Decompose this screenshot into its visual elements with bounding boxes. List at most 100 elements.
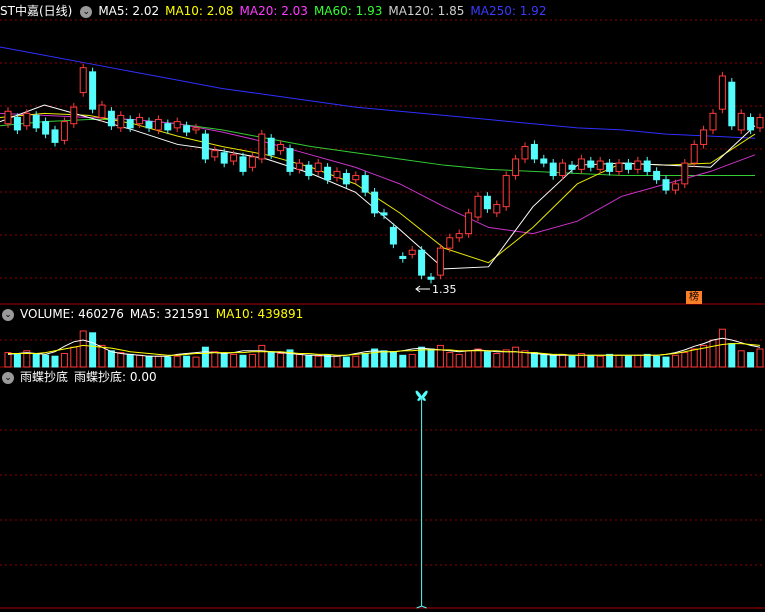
volume-bar[interactable] [634, 354, 642, 368]
candle-body[interactable] [183, 125, 191, 133]
volume-bar[interactable] [267, 351, 275, 368]
candle-body[interactable] [145, 121, 153, 129]
candle-body[interactable] [79, 67, 87, 94]
volume-bar[interactable] [154, 355, 162, 368]
volume-bar[interactable] [399, 354, 407, 368]
candle-body[interactable] [60, 121, 68, 141]
volume-bar[interactable] [60, 353, 68, 368]
candle-body[interactable] [286, 148, 294, 172]
candle-body[interactable] [13, 116, 21, 131]
candle-body[interactable] [530, 143, 538, 160]
candle-body[interactable] [333, 170, 341, 179]
candle-body[interactable] [756, 116, 764, 129]
candle-body[interactable] [136, 116, 144, 125]
candle-body[interactable] [23, 112, 31, 127]
volume-bar[interactable] [718, 328, 726, 368]
volume-bar[interactable] [427, 348, 435, 368]
volume-bar[interactable] [277, 353, 285, 368]
candle-body[interactable] [89, 71, 97, 110]
candle-body[interactable] [277, 143, 285, 152]
volume-bar[interactable] [728, 343, 736, 368]
candle-body[interactable] [606, 162, 614, 172]
candle-body[interactable] [662, 179, 670, 191]
volume-bar[interactable] [4, 352, 12, 368]
candle-body[interactable] [342, 172, 350, 185]
volume-bar[interactable] [220, 353, 228, 368]
candle-body[interactable] [295, 162, 303, 170]
volume-bar[interactable] [51, 355, 59, 368]
volume-bar[interactable] [474, 348, 482, 368]
candle-body[interactable] [258, 133, 266, 160]
volume-bar[interactable] [389, 351, 397, 368]
candle-body[interactable] [352, 175, 360, 181]
volume-bar[interactable] [136, 354, 144, 368]
candle-body[interactable] [211, 150, 219, 158]
candle-body[interactable] [220, 152, 228, 164]
candle-body[interactable] [690, 143, 698, 164]
volume-bar[interactable] [408, 353, 416, 368]
volume-bar[interactable] [342, 356, 350, 368]
candle-body[interactable] [267, 137, 275, 156]
candle-body[interactable] [399, 255, 407, 260]
volume-bar[interactable] [512, 346, 520, 368]
candle-body[interactable] [70, 106, 78, 125]
candle-body[interactable] [502, 175, 510, 208]
volume-bar[interactable] [13, 353, 21, 368]
volume-bar[interactable] [324, 354, 332, 368]
candle-body[interactable] [700, 129, 708, 145]
rank-badge[interactable]: 榜 [686, 291, 702, 304]
candle-body[interactable] [521, 146, 529, 160]
volume-bar[interactable] [747, 352, 755, 368]
volume-bar[interactable] [173, 355, 181, 368]
volume-bar[interactable] [295, 353, 303, 368]
volume-bar[interactable] [615, 354, 623, 368]
volume-bar[interactable] [305, 354, 313, 368]
candle-body[interactable] [483, 195, 491, 210]
candle-body[interactable] [615, 162, 623, 172]
candle-body[interactable] [408, 249, 416, 255]
candle-body[interactable] [493, 204, 501, 214]
candle-body[interactable] [718, 75, 726, 110]
volume-bar[interactable] [42, 354, 50, 368]
candle-body[interactable] [32, 114, 40, 129]
candle-body[interactable] [653, 170, 661, 181]
volume-bar[interactable] [587, 354, 595, 368]
volume-bar[interactable] [230, 353, 238, 368]
volume-bar[interactable] [89, 332, 97, 368]
candle-body[interactable] [314, 162, 322, 172]
volume-bar[interactable] [192, 356, 200, 368]
candle-body[interactable] [465, 212, 473, 235]
candle-body[interactable] [587, 160, 595, 168]
volume-bar[interactable] [624, 355, 632, 368]
candle-body[interactable] [164, 123, 172, 131]
volume-bar[interactable] [258, 344, 266, 368]
volume-bar[interactable] [662, 356, 670, 368]
volume-bar[interactable] [211, 351, 219, 368]
candle-body[interactable] [540, 158, 548, 164]
volume-bar[interactable] [446, 352, 454, 368]
candle-body[interactable] [380, 212, 388, 216]
volume-bar[interactable] [455, 353, 463, 368]
chevron-down-icon[interactable]: ⌄ [2, 371, 14, 384]
candle-body[interactable] [427, 276, 435, 280]
volume-bar[interactable] [70, 346, 78, 368]
volume-bar[interactable] [530, 352, 538, 368]
volume-bar[interactable] [643, 353, 651, 368]
candle-body[interactable] [117, 114, 125, 129]
candle-body[interactable] [98, 104, 106, 118]
candle-body[interactable] [51, 129, 59, 143]
candle-body[interactable] [324, 166, 332, 181]
volume-bar[interactable] [653, 355, 661, 368]
candle-body[interactable] [568, 164, 576, 170]
volume-bar[interactable] [107, 350, 115, 368]
candle-body[interactable] [474, 195, 482, 218]
volume-bar[interactable] [248, 353, 256, 368]
volume-bar[interactable] [502, 349, 510, 368]
volume-bar[interactable] [333, 355, 341, 368]
candle-body[interactable] [418, 249, 426, 276]
candle-body[interactable] [643, 160, 651, 172]
volume-bar[interactable] [596, 355, 604, 368]
volume-bar[interactable] [117, 352, 125, 368]
candle-body[interactable] [624, 162, 632, 170]
volume-bar[interactable] [671, 354, 679, 368]
